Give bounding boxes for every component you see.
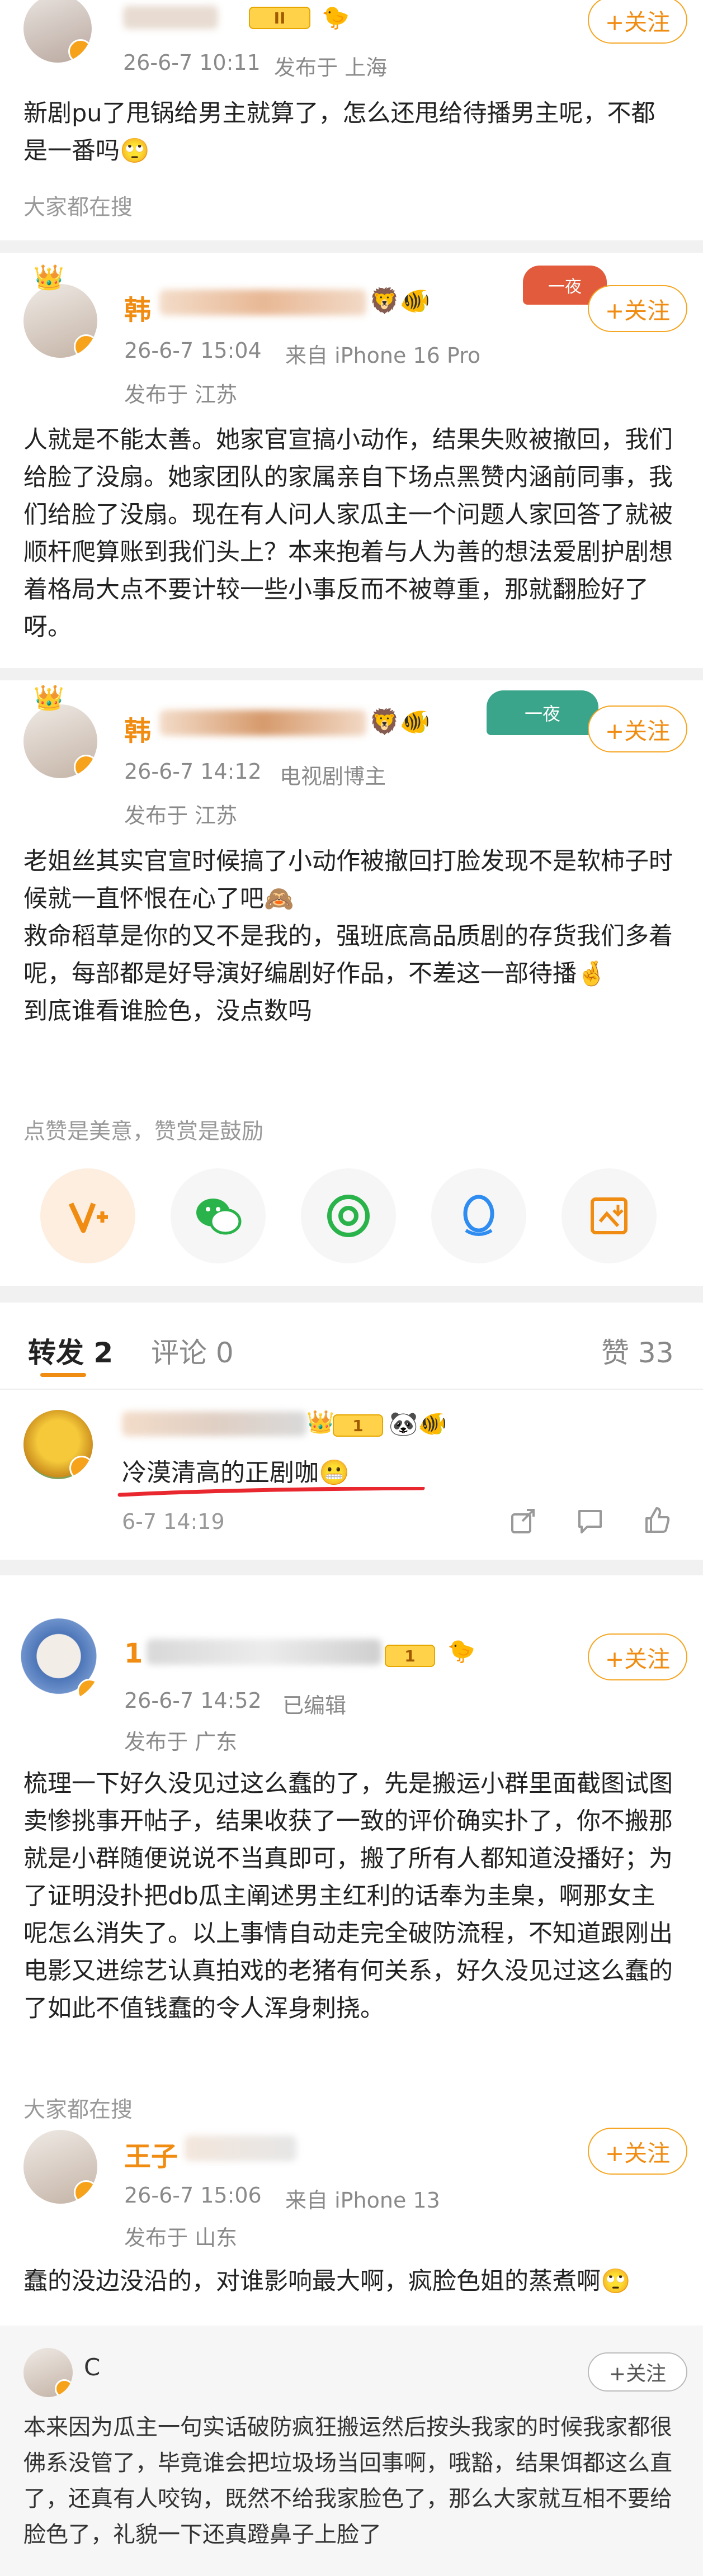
post-time: 26-6-7 14:12: [124, 759, 262, 784]
verified-badge-icon: [69, 1456, 93, 1479]
post-time: 26-6-7 14:52: [124, 1688, 262, 1713]
post-device: 电视剧博主: [280, 764, 386, 789]
post-text: 老姐丝其实官宣时候搞了小动作被撤回打脸发现不是软柿子时候就一直怀恨在心了吧🙈 救…: [23, 847, 673, 1025]
trending-search-hint[interactable]: 大家都在搜: [23, 2092, 133, 2124]
verified-badge-icon: [74, 334, 97, 358]
post-device: 来自 iPhone 16 Pro: [285, 343, 481, 368]
username-redacted: [185, 2135, 296, 2161]
emoji-badge-icon: 🦁🐠: [369, 708, 431, 736]
post-text: 蠢的没边没沿的，对谁影响最大啊，疯脸色姐的蒸煮啊🙄: [23, 2267, 631, 2295]
tab-repost[interactable]: 转发 2: [28, 1330, 113, 1371]
crown-icon: 👑: [34, 263, 64, 292]
repost-time: 6-7 14:19: [122, 1509, 225, 1534]
share-wechat-button[interactable]: [171, 1168, 266, 1263]
wechat-icon: [196, 1199, 242, 1235]
post-location: 发布于 上海: [274, 55, 388, 80]
avatar[interactable]: [23, 704, 97, 778]
divider: [0, 1560, 703, 1575]
post-location: 发布于 广东: [124, 1730, 238, 1754]
post-location: 发布于 江苏: [124, 382, 238, 407]
follow-button[interactable]: +关注: [588, 1633, 687, 1680]
reward-button[interactable]: [40, 1168, 135, 1263]
emoji-badge-icon: 🐤: [322, 5, 350, 31]
post-edited: 已编辑: [282, 1693, 347, 1718]
verified-badge-icon: [55, 2379, 73, 2397]
save-image-icon: [591, 1197, 627, 1234]
crown-icon: 👑: [34, 684, 64, 712]
reward-v-icon: [68, 1202, 108, 1233]
avatar[interactable]: [23, 2348, 73, 2397]
avatar[interactable]: [17, 1618, 101, 1702]
post-text: 人就是不能太善。她家官宣搞小动作，结果失败被撤回，我们给脸了没扇。她家团队的家属…: [23, 426, 673, 641]
avatar[interactable]: [23, 0, 92, 63]
active-tab-indicator: [40, 1373, 86, 1377]
share-qq-button[interactable]: [431, 1168, 526, 1263]
repost-text: 冷漠清高的正剧咖😬: [122, 1459, 350, 1487]
username[interactable]: 韩: [124, 709, 151, 748]
username[interactable]: 王子: [124, 2134, 178, 2174]
post-location: 发布于 江苏: [124, 803, 238, 828]
username-redacted: [159, 290, 366, 315]
level-badge: 1: [333, 1414, 383, 1437]
emoji-badge-icon: 🐤: [447, 1639, 475, 1664]
trending-search-hint[interactable]: 大家都在搜: [23, 190, 133, 221]
red-underline-mark: [117, 1486, 425, 1498]
verified-badge-icon: [74, 2180, 97, 2204]
follow-button[interactable]: +关注: [588, 2352, 687, 2392]
level-badge: 1: [385, 1645, 435, 1667]
post-time: 26-6-7 15:06: [124, 2183, 262, 2208]
follow-button[interactable]: +关注: [588, 285, 687, 332]
tab-like[interactable]: 赞 33: [601, 1330, 674, 1371]
qq-icon: [463, 1195, 494, 1236]
divider: [0, 668, 703, 680]
avatar[interactable]: [23, 2130, 97, 2204]
comment-icon[interactable]: [576, 1508, 604, 1535]
verified-badge-icon: [68, 39, 92, 63]
tag-banner: 一夜: [487, 690, 598, 735]
avatar[interactable]: [23, 1410, 93, 1479]
divider: [0, 1286, 703, 1303]
save-image-button[interactable]: [562, 1168, 657, 1263]
avatar[interactable]: [23, 284, 97, 358]
post-text: 本来因为瓜主一句实话破防疯狂搬运然后按头我家的时候我家都很佛系没管了，毕竟谁会把…: [23, 2414, 672, 2547]
username[interactable]: 1: [124, 1638, 143, 1669]
post-text: 梳理一下好久没见过这么蠢的了，先是搬运小群里面截图试图卖惨挑事开帖子，结果收获了…: [23, 1770, 673, 2023]
share-moments-button[interactable]: [301, 1168, 396, 1263]
divider: [0, 1389, 703, 1390]
follow-button[interactable]: +关注: [588, 705, 687, 752]
verified-badge-icon: [74, 755, 97, 778]
reward-hint: 点赞是美意，赞赏是鼓励: [23, 1119, 264, 1144]
crown-icon: 👑: [306, 1409, 334, 1435]
username-redacted: [122, 1412, 306, 1436]
verified-badge-icon: [77, 1679, 101, 1702]
divider: [0, 240, 703, 253]
emoji-badge-icon: 🦁🐠: [369, 287, 431, 315]
username[interactable]: C: [84, 2354, 100, 2381]
tab-comment[interactable]: 评论 0: [151, 1330, 234, 1371]
moments-icon: [327, 1195, 370, 1237]
post-time: 26-6-7 15:04: [124, 338, 262, 363]
username-redacted: [159, 710, 366, 736]
follow-button[interactable]: +关注: [588, 0, 687, 44]
emoji-badge-icon: 🐼🐠: [389, 1410, 447, 1437]
level-badge: II: [249, 7, 310, 29]
post-location: 发布于 山东: [124, 2225, 238, 2250]
share-icon[interactable]: [509, 1507, 537, 1535]
post-device: 来自 iPhone 13: [285, 2188, 440, 2213]
username[interactable]: 韩: [124, 288, 151, 327]
username-redacted: [123, 6, 218, 29]
like-icon[interactable]: [643, 1506, 671, 1535]
username-redacted: [147, 1639, 381, 1665]
post-time: 26-6-7 10:11: [123, 50, 261, 75]
post-text: 新剧pu了甩锅给男主就算了，怎么还甩给待播男主呢，不都是一番吗🙄: [23, 100, 655, 165]
follow-button[interactable]: +关注: [588, 2128, 687, 2175]
